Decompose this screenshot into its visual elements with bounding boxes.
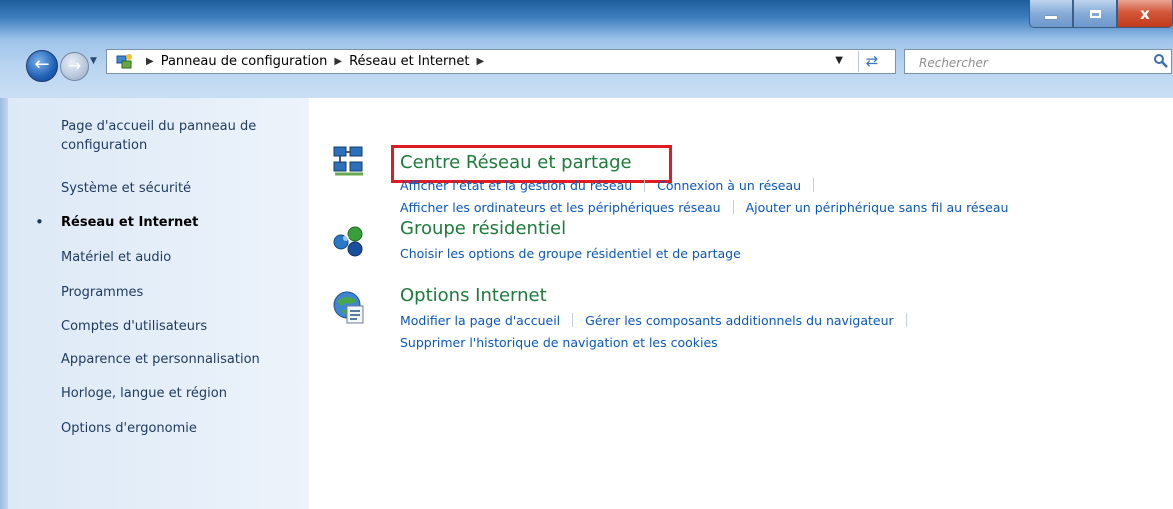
- breadcrumb-separator-icon[interactable]: ▶: [334, 56, 342, 67]
- sidebar-item-clock-language[interactable]: Horloge, langue et région: [61, 384, 227, 403]
- sidebar-item-system-security[interactable]: Système et sécurité: [61, 179, 191, 198]
- active-bullet-icon: •: [35, 213, 44, 231]
- homegroup-icon[interactable]: [331, 222, 367, 258]
- sidebar-item-user-accounts[interactable]: Comptes d'utilisateurs: [61, 317, 207, 336]
- category-links-internet-options-row2: Supprimer l'historique de navigation et …: [400, 335, 718, 350]
- sidebar-item-ease-of-access[interactable]: Options d'ergonomie: [61, 419, 197, 438]
- address-dropdown-icon[interactable]: ▼: [835, 55, 843, 66]
- sidebar-item-label: configuration: [61, 138, 148, 153]
- breadcrumb-separator-icon[interactable]: ▶: [476, 56, 484, 67]
- link-separator: [813, 178, 815, 192]
- category-title-homegroup[interactable]: Groupe résidentiel: [400, 218, 566, 239]
- link-view-network-computers[interactable]: Afficher les ordinateurs et les périphér…: [400, 200, 721, 215]
- category-links-network-center-row1: Afficher l'état et la gestion du réseau C…: [400, 178, 826, 193]
- control-panel-window: x ← → ▼ ▶ Panneau de configuration ▶ Rés…: [0, 0, 1173, 509]
- link-change-home-page[interactable]: Modifier la page d'accueil: [400, 313, 560, 328]
- link-view-network-status[interactable]: Afficher l'état et la gestion du réseau: [400, 178, 632, 193]
- minimize-button[interactable]: [1029, 0, 1073, 28]
- forward-arrow-icon: →: [67, 56, 82, 75]
- category-links-homegroup: Choisir les options de groupe résidentie…: [400, 246, 741, 261]
- internet-options-icon[interactable]: [331, 289, 367, 325]
- window-left-border: [0, 98, 8, 509]
- forward-button[interactable]: →: [60, 52, 89, 81]
- close-button[interactable]: x: [1117, 0, 1173, 28]
- link-add-wireless-device[interactable]: Ajouter un périphérique sans fil au rése…: [746, 200, 1009, 215]
- link-separator: [572, 313, 574, 327]
- back-arrow-icon: ←: [34, 54, 50, 75]
- main-content-pane: Centre Réseau et partage Afficher l'état…: [309, 98, 1173, 509]
- link-separator: [905, 313, 907, 327]
- link-connect-to-network[interactable]: Connexion à un réseau: [657, 178, 801, 193]
- category-title-internet-options[interactable]: Options Internet: [400, 285, 547, 306]
- minimize-icon: [1045, 16, 1057, 19]
- link-separator: [644, 178, 646, 192]
- address-bar[interactable]: ▶ Panneau de configuration ▶ Réseau et I…: [106, 49, 896, 74]
- control-panel-icon: [115, 53, 133, 71]
- refresh-icon[interactable]: ⇄: [858, 51, 885, 72]
- network-center-icon[interactable]: [331, 143, 367, 179]
- sidebar-item-appearance[interactable]: Apparence et personnalisation: [61, 350, 260, 369]
- maximize-button[interactable]: [1073, 0, 1117, 28]
- left-navigation-pane: Page d'accueil du panneau de configurati…: [8, 98, 309, 509]
- breadcrumb-item-network-internet[interactable]: Réseau et Internet: [349, 54, 469, 69]
- link-manage-addons[interactable]: Gérer les composants additionnels du nav…: [585, 313, 894, 328]
- sidebar-item-network-internet[interactable]: Réseau et Internet: [61, 213, 198, 232]
- search-box[interactable]: [904, 49, 1172, 74]
- link-delete-browsing-history[interactable]: Supprimer l'historique de navigation et …: [400, 335, 718, 350]
- sidebar-item-label: Page d'accueil du panneau de: [61, 119, 257, 134]
- back-button[interactable]: ←: [26, 50, 58, 82]
- link-homegroup-options[interactable]: Choisir les options de groupe résidentie…: [400, 246, 741, 261]
- recent-pages-dropdown[interactable]: ▼: [90, 56, 97, 66]
- sidebar-item-hardware-audio[interactable]: Matériel et audio: [61, 248, 171, 267]
- close-icon: x: [1140, 4, 1150, 23]
- category-links-internet-options-row1: Modifier la page d'accueil Gérer les comp…: [400, 313, 919, 328]
- maximize-icon: [1089, 9, 1101, 18]
- link-separator: [732, 200, 734, 214]
- caption-buttons: x: [1029, 0, 1173, 31]
- sidebar-item-control-panel-home[interactable]: Page d'accueil du panneau de configurati…: [61, 117, 256, 155]
- sidebar-item-label: Réseau et Internet: [61, 215, 199, 230]
- breadcrumb-item-control-panel[interactable]: Panneau de configuration: [161, 54, 328, 69]
- breadcrumb-separator-icon[interactable]: ▶: [146, 56, 154, 67]
- search-input[interactable]: [917, 53, 1141, 72]
- category-links-network-center-row2: Afficher les ordinateurs et les périphér…: [400, 200, 1008, 215]
- sidebar-item-programs[interactable]: Programmes: [61, 283, 143, 302]
- search-icon[interactable]: [1153, 53, 1169, 69]
